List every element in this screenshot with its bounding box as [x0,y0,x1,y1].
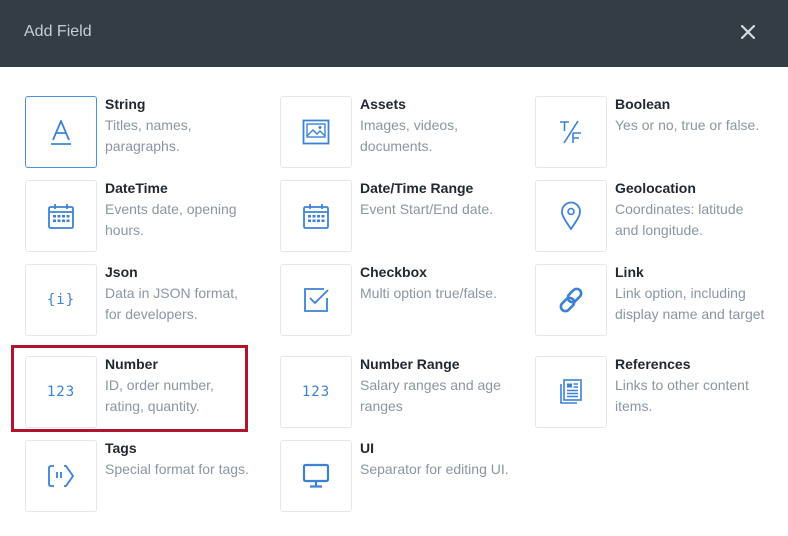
field-option-icon-box[interactable]: 123 [280,356,352,428]
field-option-name: Boolean [615,96,671,112]
field-option-icon-box[interactable] [280,440,352,512]
field-option-name: String [105,96,146,112]
image-icon [302,119,330,145]
field-option-icon-box[interactable] [535,96,607,168]
field-option-references[interactable]: References Links to other content items. [535,356,775,432]
modal-header: Add Field [0,0,788,67]
field-option-description: Events date, opening hours. [105,201,237,238]
field-option-description: Separator for editing UI. [360,461,509,477]
field-option-icon-box[interactable] [535,356,607,428]
field-option-description: Event Start/End date. [360,201,494,217]
field-option-icon-box[interactable] [280,180,352,252]
calendar-range-icon [302,202,330,230]
field-option-description: Coordinates: latitude and longitude. [615,201,744,238]
checkbox-icon [302,286,330,314]
map-pin-icon [560,201,582,231]
field-option-tags[interactable]: Tags Special format for tags. [25,440,265,516]
field-option-icon-box[interactable]: 123 [25,356,97,428]
field-option-name: Geolocation [615,180,696,196]
field-option-description: Link option, including display name and … [615,285,765,322]
modal-title: Add Field [24,23,92,40]
field-option-description: Multi option true/false. [360,285,497,301]
field-option-description: Images, videos, documents. [360,117,459,154]
json-braces-icon: {i} [46,292,76,308]
field-option-description: Special format for tags. [105,461,249,477]
field-option-icon-box[interactable] [280,264,352,336]
field-option-date-time-range[interactable]: Date/Time Range Event Start/End date. [280,180,520,256]
field-option-number-range[interactable]: 123 Number Range Salary ranges and age r… [280,356,520,432]
link-icon [556,285,586,315]
close-icon[interactable] [738,22,758,42]
field-option-link[interactable]: Link Link option, including display name… [535,264,775,340]
field-option-description: Links to other content items. [615,377,749,414]
field-option-string[interactable]: String Titles, names, paragraphs. [25,96,265,172]
field-option-icon-box[interactable] [280,96,352,168]
field-option-description: Data in JSON format, for developers. [105,285,239,322]
number-range-icon: 123 [301,384,331,400]
field-option-name: UI [360,440,374,456]
field-option-checkbox[interactable]: Checkbox Multi option true/false. [280,264,520,340]
field-option-ui[interactable]: UI Separator for editing UI. [280,440,520,516]
field-option-name: Tags [105,440,137,456]
field-option-name: DateTime [105,180,168,196]
field-option-assets[interactable]: Assets Images, videos, documents. [280,96,520,172]
monitor-icon [302,463,330,489]
text-a-icon [48,118,74,146]
field-option-name: Number [105,356,158,372]
field-option-icon-box[interactable]: {i} [25,264,97,336]
field-option-name: References [615,356,691,372]
field-option-geolocation[interactable]: Geolocation Coordinates: latitude and lo… [535,180,775,256]
field-option-name: Link [615,264,644,280]
field-option-number[interactable]: 123 Number ID, order number, rating, qua… [25,356,265,432]
field-option-icon-box[interactable] [25,180,97,252]
field-option-icon-box[interactable] [25,96,97,168]
field-option-name: Checkbox [360,264,427,280]
field-option-name: Json [105,264,138,280]
field-option-name: Assets [360,96,406,112]
field-option-description: Salary ranges and age ranges [360,377,501,414]
field-option-boolean[interactable]: Boolean Yes or no, true or false. [535,96,775,172]
number-icon: 123 [46,384,76,400]
field-option-description: Titles, names, paragraphs. [105,117,192,154]
field-option-icon-box[interactable] [535,264,607,336]
field-option-icon-box[interactable] [535,180,607,252]
field-option-name: Date/Time Range [360,180,474,196]
references-icon [558,378,584,406]
field-option-icon-box[interactable] [25,440,97,512]
field-option-json[interactable]: {i} Json Data in JSON format, for develo… [25,264,265,340]
tag-icon [47,463,75,489]
field-option-name: Number Range [360,356,460,372]
field-type-grid: String Titles, names, paragraphs. Assets… [0,67,788,536]
field-option-description: Yes or no, true or false. [615,117,760,133]
calendar-icon [47,202,75,230]
true-false-icon [557,118,585,146]
field-option-description: ID, order number, rating, quantity. [105,377,214,414]
field-option-datetime[interactable]: DateTime Events date, opening hours. [25,180,265,256]
